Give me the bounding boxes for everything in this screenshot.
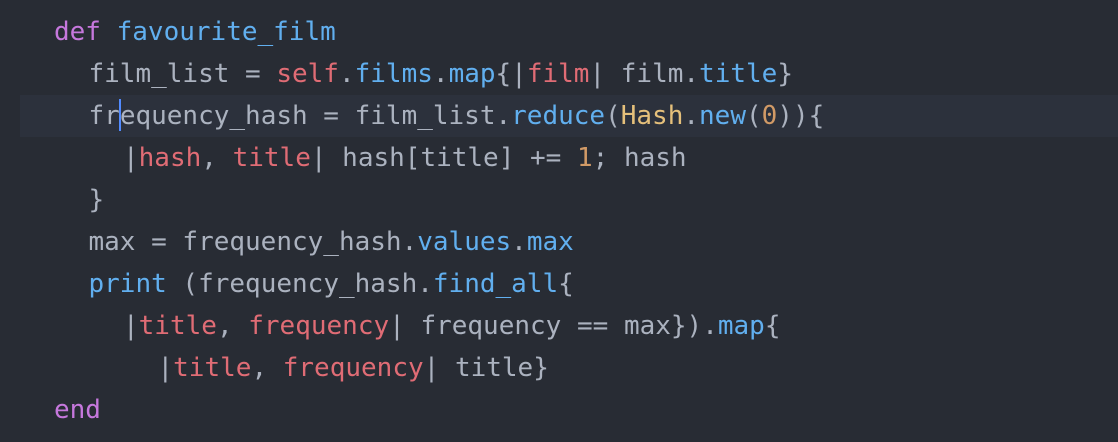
code-token-plain: max = frequency_hash. — [88, 227, 418, 257]
code-token-function: favourite_film — [116, 17, 336, 47]
code-token-function: films — [354, 59, 433, 89]
code-token-function: values — [417, 227, 512, 257]
code-line-text[interactable]: end — [54, 389, 101, 431]
code-token-function: reduce — [511, 101, 606, 131]
code-token-function: map — [717, 311, 765, 341]
code-token-keyword: def — [54, 17, 101, 47]
code-token-variable: title — [138, 311, 217, 341]
code-token-plain: {| — [495, 59, 527, 89]
code-token-variable: film — [526, 59, 590, 89]
code-token-number: 0 — [761, 101, 778, 131]
code-line[interactable]: |hash, title| hash[title] += 1; hash — [0, 137, 1118, 179]
code-line-text[interactable]: print (frequency_hash.find_all{ — [89, 263, 574, 305]
code-token-variable: frequency — [282, 353, 424, 383]
code-line[interactable]: film_list = self.films.map{|film| film.t… — [0, 53, 1118, 95]
code-line-text[interactable]: frequency_hash = film_list.reduce(Hash.n… — [88, 95, 825, 137]
code-token-plain: . — [683, 101, 700, 131]
code-line[interactable]: } — [0, 179, 1118, 221]
code-token-plain: fr — [88, 101, 120, 131]
code-line[interactable]: |title, frequency| title} — [0, 347, 1118, 389]
code-line-text[interactable]: |hash, title| hash[title] += 1; hash — [123, 137, 687, 179]
code-line-text[interactable]: |title, frequency| title} — [158, 347, 549, 389]
code-line[interactable]: end — [0, 389, 1118, 431]
code-token-variable: hash — [138, 143, 202, 173]
code-token-function: map — [448, 59, 496, 89]
code-token-plain: } — [88, 185, 105, 215]
code-token-function: new — [699, 101, 746, 131]
code-token-variable: title — [173, 353, 252, 383]
code-token-keyword: end — [54, 395, 101, 425]
code-token-function: print — [88, 269, 167, 299]
code-editor[interactable]: def favourite_film film_list = self.films… — [0, 0, 1118, 442]
code-line[interactable]: frequency_hash = film_list.reduce(Hash.n… — [20, 95, 1118, 137]
code-line-text[interactable]: } — [89, 179, 105, 221]
code-token-plain: | — [123, 143, 139, 173]
code-token-plain: . — [432, 59, 449, 89]
code-token-plain: (frequency_hash. — [166, 269, 433, 299]
code-token-plain: . — [511, 227, 527, 257]
code-token-variable: title — [232, 143, 311, 173]
code-line-text[interactable]: max = frequency_hash.values.max — [89, 221, 574, 263]
code-token-plain: , — [216, 311, 249, 341]
code-line-text[interactable]: |title, frequency| frequency == max}).ma… — [123, 305, 781, 347]
code-token-plain: { — [558, 269, 574, 299]
code-token-function: max — [526, 227, 574, 257]
code-token-constant: Hash — [620, 101, 684, 131]
code-token-number: 1 — [576, 143, 593, 173]
code-token-plain: , — [201, 143, 233, 173]
code-line[interactable]: def favourite_film — [0, 11, 1118, 53]
code-token-plain: . — [338, 59, 355, 89]
code-token-plain: ; hash — [592, 143, 687, 173]
code-token-plain: | — [157, 353, 174, 383]
code-line-text[interactable]: def favourite_film — [54, 11, 336, 53]
code-token-variable: frequency — [248, 311, 390, 341]
code-line[interactable]: |title, frequency| frequency == max}).ma… — [0, 305, 1118, 347]
code-token-plain: | title} — [423, 353, 549, 383]
code-token-plain: | film. — [589, 59, 700, 89]
code-token-plain: ( — [745, 101, 762, 131]
code-token-plain: film_list = — [88, 59, 277, 89]
code-line[interactable]: print (frequency_hash.find_all{ — [0, 263, 1118, 305]
code-token-plain: | frequency == max}). — [389, 311, 718, 341]
code-line-text[interactable]: film_list = self.films.map{|film| film.t… — [89, 53, 793, 95]
code-token-plain: | — [123, 311, 139, 341]
code-line[interactable]: max = frequency_hash.values.max — [0, 221, 1118, 263]
text-cursor — [118, 98, 121, 131]
code-token-plain: ( — [605, 101, 621, 131]
code-token-function: title — [699, 59, 778, 89]
code-token-plain: } — [777, 59, 793, 89]
code-token-plain: equency_hash = film_list. — [119, 101, 512, 131]
code-token-variable: self — [276, 59, 339, 89]
code-token-function: find_all — [432, 269, 559, 299]
code-token-plain: { — [764, 311, 781, 341]
code-token-plain: )){ — [777, 101, 825, 131]
code-token-plain: | hash[title] += — [310, 143, 577, 173]
code-token-plain: , — [251, 353, 283, 383]
